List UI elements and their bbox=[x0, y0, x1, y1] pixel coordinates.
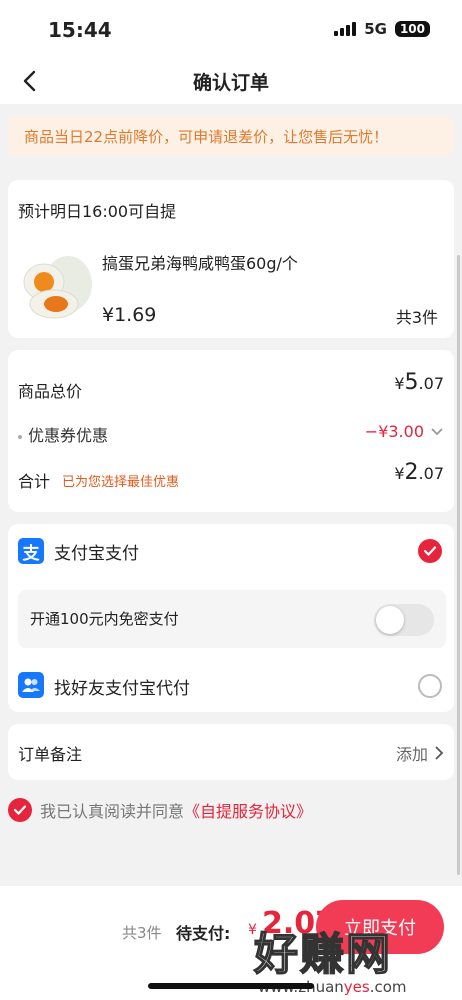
total-row: 合计 已为您选择最佳优惠 bbox=[18, 468, 179, 492]
total-label: 合计 bbox=[18, 472, 51, 491]
nopass-toggle[interactable] bbox=[374, 604, 434, 636]
agreement-row: 我已认真阅读并同意 《自提服务协议》 bbox=[8, 796, 312, 824]
product-image[interactable] bbox=[18, 252, 94, 322]
remark-card[interactable]: 订单备注 添加 bbox=[8, 724, 454, 780]
goods-total-label: 商品总价 bbox=[18, 382, 83, 401]
scroll-indicator[interactable] bbox=[457, 255, 460, 875]
coupon-value: −¥3.00 bbox=[364, 422, 424, 441]
price-summary-card: 商品总价 ¥5.07 优惠券优惠 −¥3.00 合计 已为您选择最佳优惠 ¥2.… bbox=[8, 350, 454, 512]
goods-total-dec: .07 bbox=[418, 374, 444, 393]
payment-card: 支 支付宝支付 开通100元内免密支付 找好友支付宝代付 bbox=[8, 524, 454, 712]
home-indicator[interactable] bbox=[148, 983, 314, 989]
status-bar: 15:44 5G 100 bbox=[0, 0, 462, 60]
status-indicators: 5G 100 bbox=[334, 20, 430, 38]
chevron-down-icon bbox=[431, 427, 443, 435]
chevron-right-icon bbox=[435, 746, 444, 760]
product-price: ¥1.69 bbox=[102, 304, 157, 326]
total-yen: ¥ bbox=[394, 464, 405, 483]
product-quantity: 共3件 bbox=[395, 308, 438, 327]
coupon-value-row[interactable]: −¥3.00 bbox=[365, 422, 444, 441]
page-title: 确认订单 bbox=[192, 72, 269, 94]
price-protection-notice: 商品当日22点前降价，可申请退差价，让您售后无忧！ bbox=[8, 116, 454, 156]
pickup-time: 预计明日16:00可自提 bbox=[18, 202, 177, 221]
nopass-row: 开通100元内免密支付 bbox=[18, 590, 446, 648]
pickup-card: 预计明日16:00可自提 搞蛋兄弟海鸭咸鸭蛋60g/个 ¥1.69 共3件 bbox=[8, 180, 454, 338]
agreement-text: 我已认真阅读并同意 bbox=[40, 802, 185, 821]
best-offer-note: 已为您选择最佳优惠 bbox=[62, 474, 180, 490]
alipay-icon: 支 bbox=[18, 538, 44, 564]
status-time: 15:44 bbox=[48, 18, 112, 42]
watermark-url-mid: yes bbox=[343, 978, 370, 996]
alipay-option[interactable]: 支付宝支付 bbox=[54, 539, 139, 564]
agreement-link[interactable]: 《自提服务协议》 bbox=[184, 798, 312, 822]
goods-total-yen: ¥ bbox=[394, 374, 405, 393]
watermark-main: 好赚网 bbox=[253, 928, 392, 981]
coupon-label: 优惠券优惠 bbox=[28, 426, 109, 445]
nav-bar: 确认订单 bbox=[0, 60, 462, 104]
friend-pay-radio[interactable] bbox=[418, 674, 442, 698]
total-value: ¥2.07 bbox=[394, 460, 444, 485]
total-dec: .07 bbox=[418, 464, 444, 483]
bullet-dot bbox=[18, 434, 22, 439]
agreement-check-icon[interactable] bbox=[8, 798, 32, 822]
item-count: 共3件 bbox=[122, 924, 162, 942]
product-name: 搞蛋兄弟海鸭咸鸭蛋60g/个 bbox=[102, 254, 298, 273]
remark-add-label: 添加 bbox=[395, 745, 428, 764]
friend-pay-icon bbox=[18, 672, 44, 698]
notice-text: 商品当日22点前降价，可申请退差价，让您售后无忧！ bbox=[24, 127, 389, 146]
goods-total-value: ¥5.07 bbox=[394, 370, 444, 395]
battery-icon: 100 bbox=[394, 21, 430, 37]
nopass-label: 开通100元内免密支付 bbox=[30, 610, 179, 628]
coupon-row[interactable]: 优惠券优惠 bbox=[18, 422, 108, 446]
total-int: 2 bbox=[404, 460, 419, 485]
due-label: 待支付: bbox=[176, 924, 231, 943]
alipay-check-icon[interactable] bbox=[418, 539, 442, 563]
watermark-logo: 好赚网 www.zhuanyes.com bbox=[253, 918, 444, 996]
remark-label: 订单备注 bbox=[18, 745, 83, 764]
network-label: 5G bbox=[364, 20, 387, 38]
signal-icon bbox=[334, 22, 357, 36]
toggle-knob bbox=[376, 606, 404, 634]
remark-add[interactable]: 添加 bbox=[396, 741, 444, 765]
goods-total-int: 5 bbox=[404, 370, 419, 395]
watermark-url-suffix: .com bbox=[369, 978, 407, 996]
friend-pay-option[interactable]: 找好友支付宝代付 bbox=[54, 674, 190, 699]
